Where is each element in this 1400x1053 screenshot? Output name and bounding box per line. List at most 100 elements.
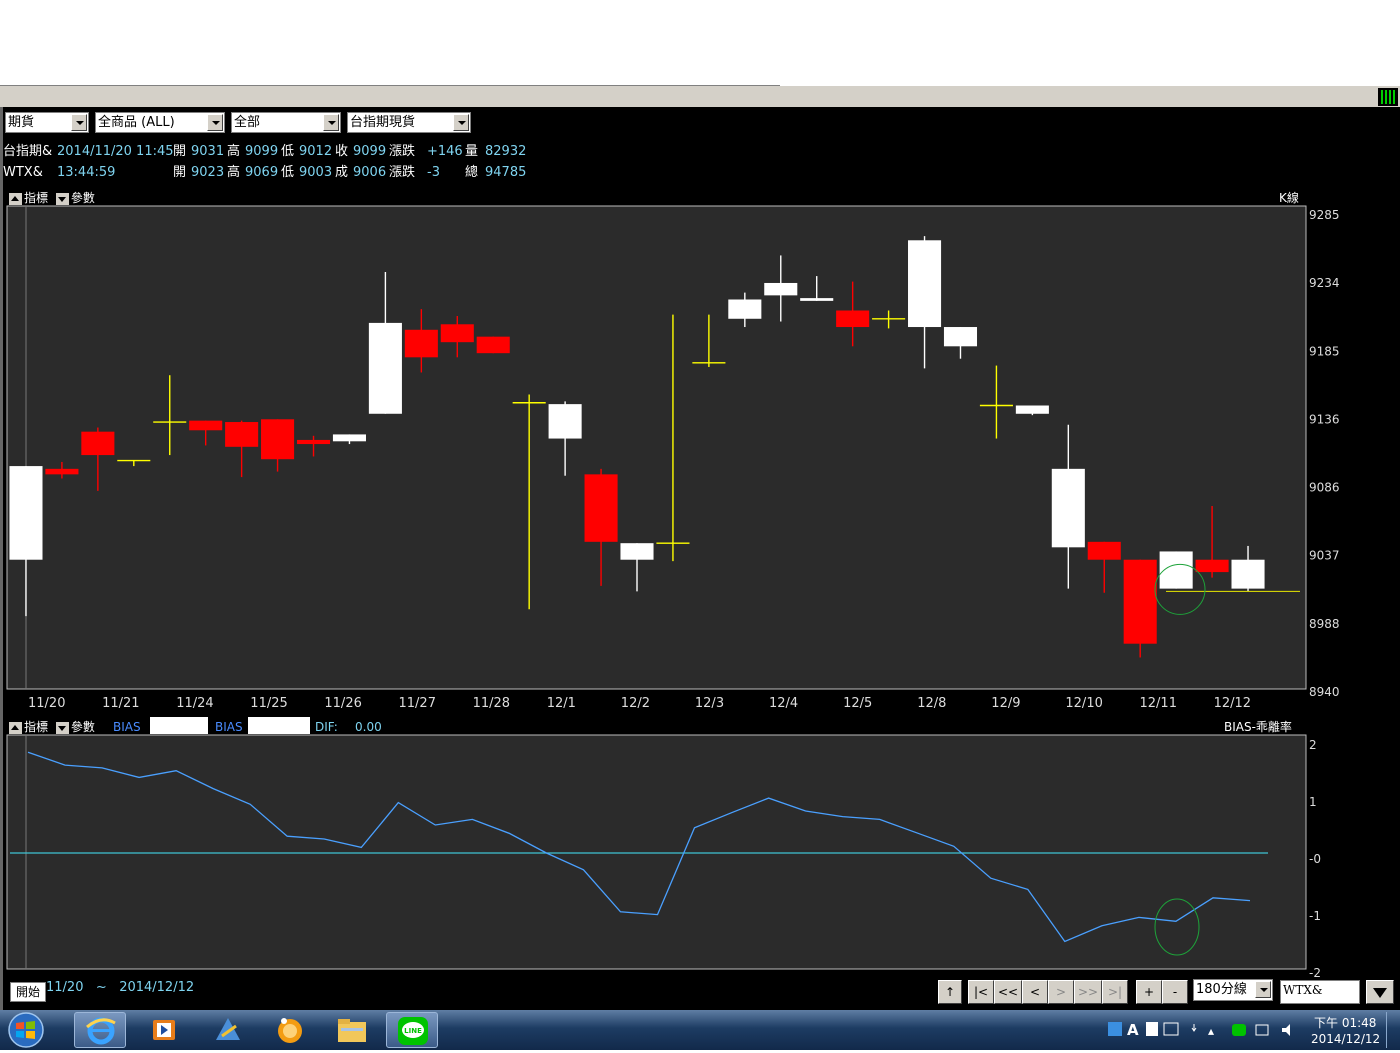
- date-tick-label: 11/24: [176, 696, 213, 711]
- date-tick-label: 11/28: [473, 696, 510, 711]
- date-tick-label: 12/9: [991, 696, 1020, 711]
- bias-tick-label: 1: [1309, 795, 1317, 809]
- nav-back-button[interactable]: <: [1022, 980, 1048, 1004]
- line-tray-icon: [1232, 1024, 1246, 1036]
- system-tray: [1228, 1020, 1302, 1040]
- date-tick-label: 12/1: [547, 696, 576, 711]
- clock-date[interactable]: 2014/12/12: [1311, 1032, 1380, 1046]
- show-desktop-button[interactable]: [1386, 1012, 1398, 1048]
- price-tick-label: 8940: [1309, 685, 1340, 699]
- triangle-down-icon: [1373, 988, 1387, 998]
- date-tick-label: 12/11: [1140, 696, 1177, 711]
- date-tick-label: 11/20: [28, 696, 65, 711]
- zoom-in-button[interactable]: +: [1136, 980, 1162, 1004]
- interval-select[interactable]: 180分線: [1193, 979, 1273, 1001]
- candle-body: [943, 327, 978, 347]
- nav-forward-button[interactable]: >: [1048, 980, 1074, 1004]
- price-tick-label: 9185: [1309, 344, 1340, 358]
- candlestick-panel: 9285 9234 9185 9136 9086 9037 8988 8940 11/20 11/…: [6, 205, 1340, 711]
- candle-body: [476, 336, 510, 354]
- date-tick-label: 12/3: [695, 696, 724, 711]
- zoom-out-button[interactable]: -: [1162, 980, 1188, 1004]
- dropdown-arrow-icon[interactable]: [1255, 981, 1271, 998]
- candle-body: [584, 474, 618, 542]
- keyboard-icon: [1163, 1022, 1179, 1036]
- media-player-icon[interactable]: [138, 1012, 190, 1048]
- candle-body: [1015, 405, 1049, 414]
- start-label: 開始: [10, 982, 46, 1002]
- candle-body: [764, 282, 798, 296]
- candle-body: [45, 468, 79, 475]
- candle-body: [296, 439, 331, 445]
- ime-fullwidth-icon: [1146, 1022, 1158, 1036]
- date-tick-label: 11/26: [324, 696, 361, 711]
- clock-time[interactable]: 下午 01:48: [1314, 1014, 1376, 1031]
- date-tick-label: 12/12: [1214, 696, 1251, 711]
- bias-tick-label: 2: [1309, 738, 1317, 752]
- bias-panel: 2 1 -0 -1 -2: [6, 734, 1321, 980]
- file-explorer-icon[interactable]: [326, 1012, 378, 1048]
- tray-icons: A: [1106, 1018, 1202, 1040]
- network-icon: [1255, 1024, 1269, 1036]
- windows-start-icon[interactable]: [4, 1011, 48, 1049]
- line-icon[interactable]: LINE: [386, 1012, 438, 1048]
- app-icon[interactable]: [202, 1012, 254, 1048]
- price-plot-area: [6, 205, 1307, 690]
- candle-body: [332, 434, 366, 442]
- bias-tick-label: -2: [1309, 966, 1321, 980]
- candle-body: [1195, 559, 1229, 573]
- price-tick-label: 9285: [1309, 208, 1340, 222]
- date-tick-label: 11/25: [250, 696, 287, 711]
- candle-body: [1087, 541, 1121, 560]
- candle-body: [836, 310, 870, 328]
- candle-body: [620, 543, 654, 560]
- date-tick-label: 12/2: [621, 696, 650, 711]
- range-to: 2014/12/12: [119, 980, 195, 995]
- svg-text:LINE: LINE: [404, 1027, 422, 1035]
- candle-body: [9, 466, 43, 560]
- show-hidden-icons[interactable]: ▴: [1208, 1024, 1214, 1038]
- price-tick-label: 9234: [1309, 276, 1340, 290]
- ime-a-icon: A: [1127, 1021, 1139, 1039]
- candle-body: [908, 240, 942, 328]
- volume-icon: [1282, 1024, 1290, 1036]
- internet-explorer-icon[interactable]: [74, 1012, 126, 1048]
- candle-body: [261, 419, 295, 460]
- candle-body: [728, 299, 762, 319]
- date-tick-label: 12/5: [843, 696, 872, 711]
- candle-body: [1231, 559, 1265, 589]
- price-tick-label: 8988: [1309, 617, 1340, 631]
- nav-up-button[interactable]: ↑: [938, 980, 962, 1004]
- chart-canvas: 9285 9234 9185 9136 9086 9037 8988 8940 11/20 11/…: [6, 205, 1340, 980]
- menu-dropdown-button[interactable]: [1366, 980, 1394, 1004]
- nav-page-back-button[interactable]: <<: [994, 980, 1022, 1004]
- browser-icon[interactable]: [264, 1012, 316, 1048]
- date-tick-label: 12/8: [917, 696, 946, 711]
- candle-body: [548, 404, 582, 439]
- candle-body: [1051, 468, 1085, 548]
- candle-body: [404, 329, 438, 358]
- nav-last-button[interactable]: >|: [1102, 980, 1128, 1004]
- date-tick-label: 11/21: [102, 696, 139, 711]
- bias-tick-label: -1: [1309, 909, 1321, 923]
- ime-icon: [1108, 1022, 1122, 1036]
- candle-body: [189, 420, 223, 431]
- symbol-input[interactable]: WTX&: [1280, 980, 1360, 1004]
- candle-body: [440, 324, 474, 343]
- candle-body: [800, 298, 834, 301]
- date-tick-label: 11/27: [399, 696, 436, 711]
- candle-body: [1123, 559, 1157, 644]
- nav-page-forward-button[interactable]: >>: [1074, 980, 1102, 1004]
- price-tick-label: 9136: [1309, 412, 1340, 426]
- price-tick-label: 9037: [1309, 549, 1340, 563]
- interval-select-value: 180分線: [1196, 982, 1247, 997]
- range-from: 11/20: [46, 980, 84, 995]
- candle-body: [368, 322, 402, 414]
- date-tick-label: 12/4: [769, 696, 798, 711]
- date-tick-label: 12/10: [1065, 696, 1102, 711]
- range-separator: ~: [95, 980, 107, 995]
- bias-plot-area: [6, 734, 1307, 970]
- candle-body: [81, 431, 115, 456]
- options-icon: [1191, 1024, 1197, 1032]
- nav-first-button[interactable]: |<: [968, 980, 994, 1004]
